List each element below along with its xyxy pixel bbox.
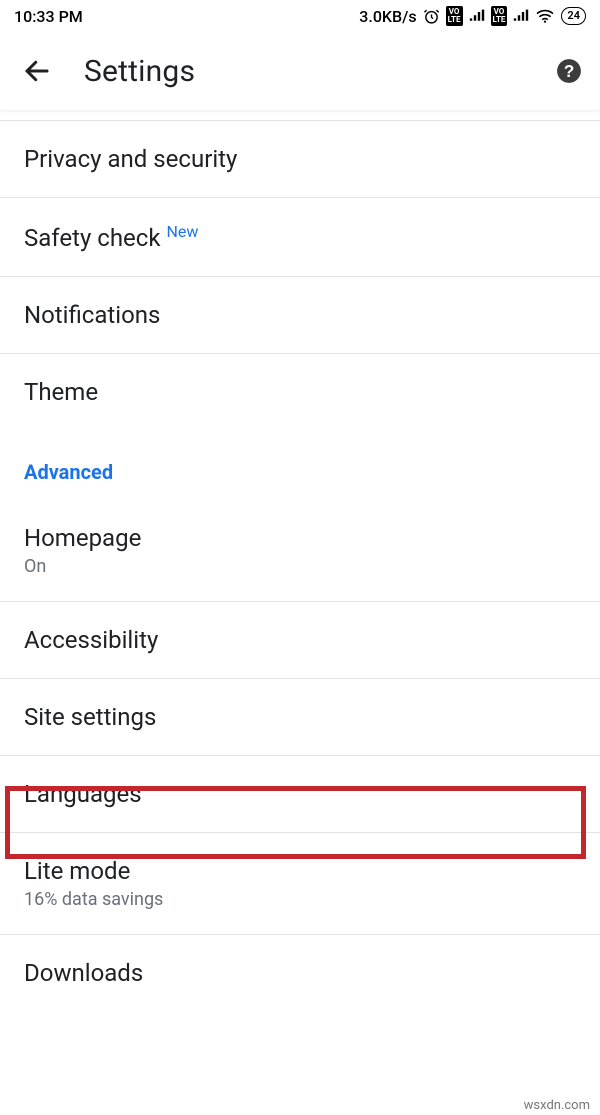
settings-item-notifications[interactable]: Notifications [0,276,600,353]
page-title: Settings [84,54,524,89]
item-label: Safety checkNew [24,222,576,252]
wifi-icon [535,8,555,24]
item-label: Notifications [24,301,576,329]
arrow-back-icon [22,56,52,86]
item-label: Languages [24,780,576,808]
help-button[interactable]: ? [554,56,584,86]
watermark: wsxdn.com [524,1098,590,1113]
item-label: Lite mode [24,857,576,885]
battery-icon: 24 [561,7,586,25]
alarm-icon [423,8,440,25]
item-label: Homepage [24,524,576,552]
item-label: Privacy and security [24,145,576,173]
settings-item-homepage[interactable]: Homepage On [0,500,600,601]
settings-item-downloads[interactable]: Downloads [0,934,600,1011]
section-header-advanced: Advanced [0,430,600,500]
settings-item-languages[interactable]: Languages [0,755,600,832]
settings-item-privacy[interactable]: Privacy and security [0,120,600,197]
status-time: 10:33 PM [14,7,83,26]
signal-icon-2 [513,9,529,23]
item-label: Theme [24,378,576,406]
volte-icon-1: VOLTE [446,6,463,26]
app-header: Settings ? [0,32,600,110]
item-subtitle: On [24,556,576,577]
settings-item-theme[interactable]: Theme [0,353,600,430]
settings-item-site-settings[interactable]: Site settings [0,678,600,755]
item-label: Site settings [24,703,576,731]
settings-item-safety-check[interactable]: Safety checkNew [0,197,600,276]
status-bar: 10:33 PM 3.0KB/s VOLTE VOLTE 24 [0,0,600,32]
volte-icon-2: VOLTE [491,6,508,26]
item-label: Downloads [24,959,576,987]
signal-icon-1 [469,9,485,23]
settings-item-lite-mode[interactable]: Lite mode 16% data savings [0,832,600,934]
item-subtitle: 16% data savings [24,889,576,910]
status-net-speed: 3.0KB/s [359,7,416,26]
help-icon: ? [556,58,582,84]
settings-item-accessibility[interactable]: Accessibility [0,601,600,678]
status-right: 3.0KB/s VOLTE VOLTE 24 [359,6,586,26]
item-label: Accessibility [24,626,576,654]
settings-list: Privacy and security Safety checkNew Not… [0,120,600,1011]
svg-text:?: ? [564,61,575,81]
new-badge: New [167,222,199,241]
back-button[interactable] [20,54,54,88]
